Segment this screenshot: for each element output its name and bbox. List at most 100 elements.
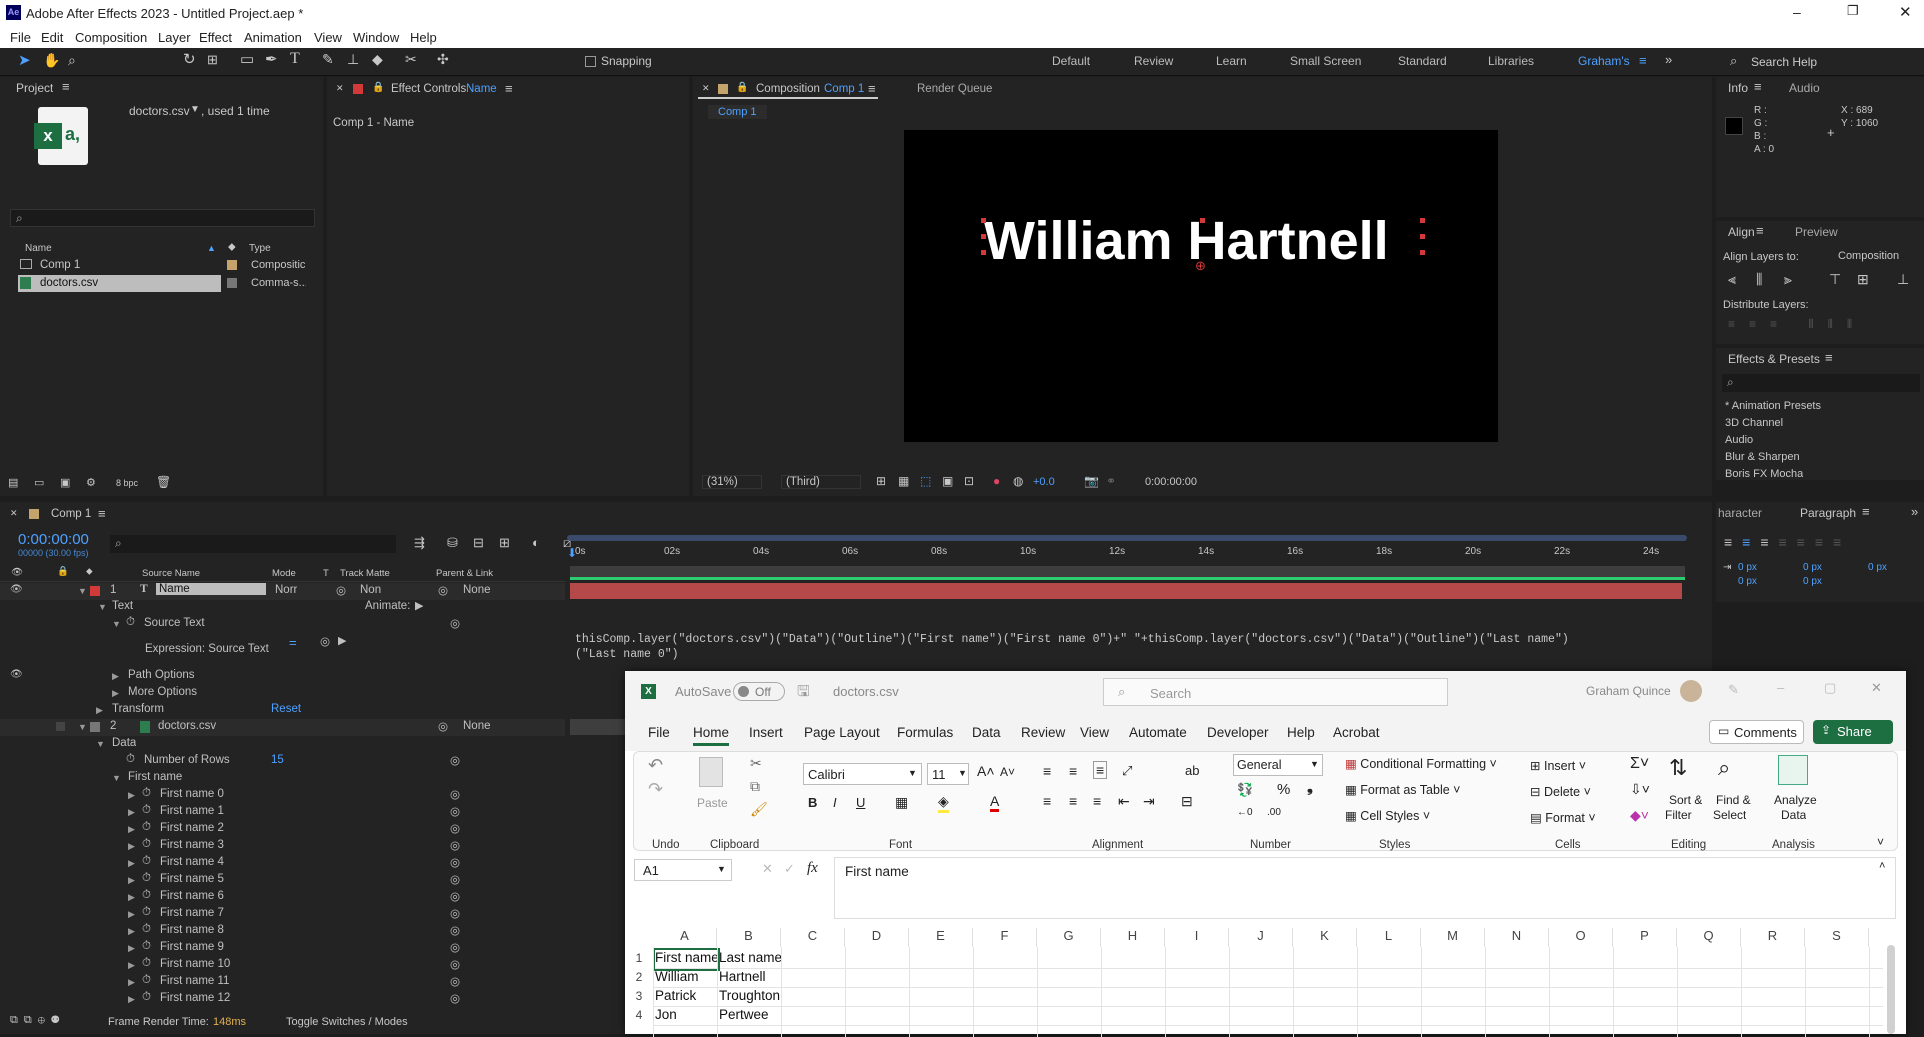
mask-visibility-icon[interactable]: ⬚ xyxy=(920,474,931,488)
menu-layer[interactable]: Layer xyxy=(158,30,191,45)
workspace-default[interactable]: Default xyxy=(1052,54,1090,68)
comp-text-layer[interactable]: William Hartnell xyxy=(984,210,1389,272)
collapse-ribbon-icon[interactable]: ˅ xyxy=(1877,835,1884,849)
track-matte-dropdown[interactable]: Non xyxy=(360,584,381,596)
visibility-icon[interactable]: 👁 xyxy=(10,584,23,595)
fill-icon[interactable]: ⇩˅ xyxy=(1630,781,1650,798)
excel-tab-home[interactable]: Home xyxy=(693,725,730,746)
avatar[interactable] xyxy=(1680,680,1702,702)
stopwatch-icon[interactable]: ⏱ xyxy=(126,753,135,766)
center-text-icon[interactable]: ≡ xyxy=(1069,793,1077,809)
text-group-row[interactable]: ▼ Text Animate: ▶ xyxy=(0,599,565,616)
project-item-csv[interactable]: doctors.csv Comma-s... xyxy=(18,275,323,292)
pickwhip-icon[interactable]: ◎ xyxy=(450,855,460,869)
column-header[interactable]: C xyxy=(781,928,845,947)
effect-controls-layer[interactable]: Name xyxy=(466,83,497,95)
panel-menu-icon[interactable]: ≡ xyxy=(868,81,876,96)
column-header[interactable]: H xyxy=(1101,928,1165,947)
motion-blur-icon[interactable]: ◐ xyxy=(532,535,540,550)
cell[interactable]: Pertwee xyxy=(719,1007,782,1026)
align-vcenter-icon[interactable]: ⊞ xyxy=(1857,271,1869,288)
stopwatch-icon[interactable]: ⏱ xyxy=(142,855,151,868)
first-name-row[interactable]: ▶ ⏱ First name 9 ◎ xyxy=(0,940,565,957)
column-header[interactable]: N xyxy=(1485,928,1549,947)
underline-icon[interactable]: U xyxy=(856,795,865,810)
align-left-icon[interactable]: ⫷ xyxy=(1728,271,1736,288)
fill-color-icon[interactable]: ◈ xyxy=(938,793,949,813)
orientation-icon[interactable]: ⤢ xyxy=(1122,763,1132,779)
stopwatch-icon[interactable]: ⏱ xyxy=(142,838,151,851)
find-select-icon[interactable]: ⌕ xyxy=(1718,755,1730,781)
brush-tool-icon[interactable]: ✎ xyxy=(322,52,334,66)
exposure-icon[interactable]: ◍ xyxy=(1013,474,1023,488)
layer-name[interactable]: Name xyxy=(156,583,266,595)
row-header[interactable]: 1 xyxy=(630,951,648,965)
align-top-icon[interactable]: ⊤ xyxy=(1829,271,1841,288)
column-header[interactable]: J xyxy=(1229,928,1293,947)
rotate-tool-icon[interactable]: ↻ xyxy=(183,52,196,67)
project-tab[interactable]: Project xyxy=(16,81,53,95)
eraser-tool-icon[interactable]: ◆ xyxy=(372,52,383,66)
flowchart-icon[interactable]: ⚙ xyxy=(86,476,96,489)
grow-font-icon[interactable]: A˄ xyxy=(977,763,995,779)
pickwhip-icon[interactable]: ◎ xyxy=(450,974,460,988)
col-parent[interactable]: Parent & Link xyxy=(436,568,493,579)
workspace-learn[interactable]: Learn xyxy=(1216,54,1247,68)
share-button[interactable]: ⇪ Share xyxy=(1813,720,1893,744)
pickwhip-icon[interactable]: ◎ xyxy=(450,923,460,937)
stopwatch-icon[interactable]: ⏱ xyxy=(142,957,151,970)
layer-row-doctors[interactable]: ▼ 2 doctors.csv ◎ None xyxy=(0,719,565,736)
camera-tool-icon[interactable]: ⊞ xyxy=(207,53,218,66)
excel-maximize-icon[interactable]: ▢ xyxy=(1824,680,1836,696)
layer-row-name[interactable]: 👁 ▼ 1 T Name Norr ◎ Non ◎ None xyxy=(0,583,565,600)
indent-left-value[interactable]: 0 px xyxy=(1738,562,1757,573)
bounding-box-handle[interactable] xyxy=(1420,218,1425,223)
show-snapshot-icon[interactable]: ⚭ xyxy=(1106,474,1116,488)
bounding-box-handle[interactable] xyxy=(1420,250,1425,255)
workspace-standard[interactable]: Standard xyxy=(1398,54,1447,68)
effects-item[interactable]: Blur & Sharpen xyxy=(1725,451,1800,463)
pickwhip-icon[interactable]: ◎ xyxy=(450,940,460,954)
selection-tool-icon[interactable]: ➤ xyxy=(18,53,31,68)
sheet-grid[interactable]: ABCDEFGHIJKLMNOPQRS 1 First name Last name… xyxy=(625,925,1906,1037)
excel-tab-developer[interactable]: Developer xyxy=(1207,725,1269,740)
pen-tool-icon[interactable]: ✒ xyxy=(265,52,278,67)
data-group-row[interactable]: ▼ Data xyxy=(0,736,565,753)
cell[interactable]: Patrick xyxy=(655,988,718,1007)
cut-icon[interactable]: ✂ xyxy=(750,755,762,772)
more-workspaces-icon[interactable]: » xyxy=(1665,52,1672,67)
layer-name[interactable]: doctors.csv xyxy=(158,720,216,732)
wrap-text-icon[interactable]: ab xyxy=(1185,763,1199,778)
collapse-formula-icon[interactable]: ˄ xyxy=(1879,860,1885,872)
panel-menu-icon[interactable]: ≡ xyxy=(505,81,513,96)
number-format-dropdown[interactable]: General ▼ xyxy=(1233,754,1323,776)
expression-row[interactable]: Expression: Source Text = ◎ ▶ xyxy=(0,635,565,659)
pickwhip-icon[interactable]: ◎ xyxy=(450,787,460,801)
column-header[interactable]: O xyxy=(1549,928,1613,947)
expression-code[interactable]: thisComp.layer("doctors.csv")("Data")("O… xyxy=(575,633,1685,646)
indent-first-value[interactable]: 0 px xyxy=(1868,562,1887,573)
expression-code-line2[interactable]: ("Last name 0") xyxy=(575,648,1685,661)
cell-styles-button[interactable]: ▦ Cell Styles ˅ xyxy=(1345,808,1430,823)
excel-close-icon[interactable]: ✕ xyxy=(1871,680,1882,696)
indent-right-value[interactable]: 0 px xyxy=(1803,562,1822,573)
column-header[interactable]: D xyxy=(845,928,909,947)
roto-tool-icon[interactable]: ✂ xyxy=(405,52,417,66)
menu-effect[interactable]: Effect xyxy=(199,30,232,45)
first-name-row[interactable]: ▶ ⏱ First name 2 ◎ xyxy=(0,821,565,838)
effects-item[interactable]: Audio xyxy=(1725,434,1753,446)
menu-window[interactable]: Window xyxy=(353,30,399,45)
align-left-text-icon[interactable]: ≡ xyxy=(1043,793,1051,809)
increase-decimal-icon[interactable]: ←0 xyxy=(1237,807,1253,818)
column-header[interactable]: E xyxy=(909,928,973,947)
layer1-duration-bar[interactable] xyxy=(570,566,1685,580)
cell[interactable]: Troughton xyxy=(719,988,782,1007)
align-bottom-text-icon[interactable]: ≡ xyxy=(1093,761,1108,779)
borders-icon[interactable]: ▦ xyxy=(895,794,908,811)
row-header[interactable]: 4 xyxy=(630,1008,648,1022)
pickwhip-icon[interactable]: ◎ xyxy=(438,719,448,733)
first-name-row[interactable]: ▶ ⏱ First name 7 ◎ xyxy=(0,906,565,923)
preserve-transparency-icon[interactable]: ◎ xyxy=(336,583,346,597)
close-tab-icon[interactable]: ✕ xyxy=(10,508,18,519)
name-box[interactable]: A1 ▼ xyxy=(634,859,732,881)
